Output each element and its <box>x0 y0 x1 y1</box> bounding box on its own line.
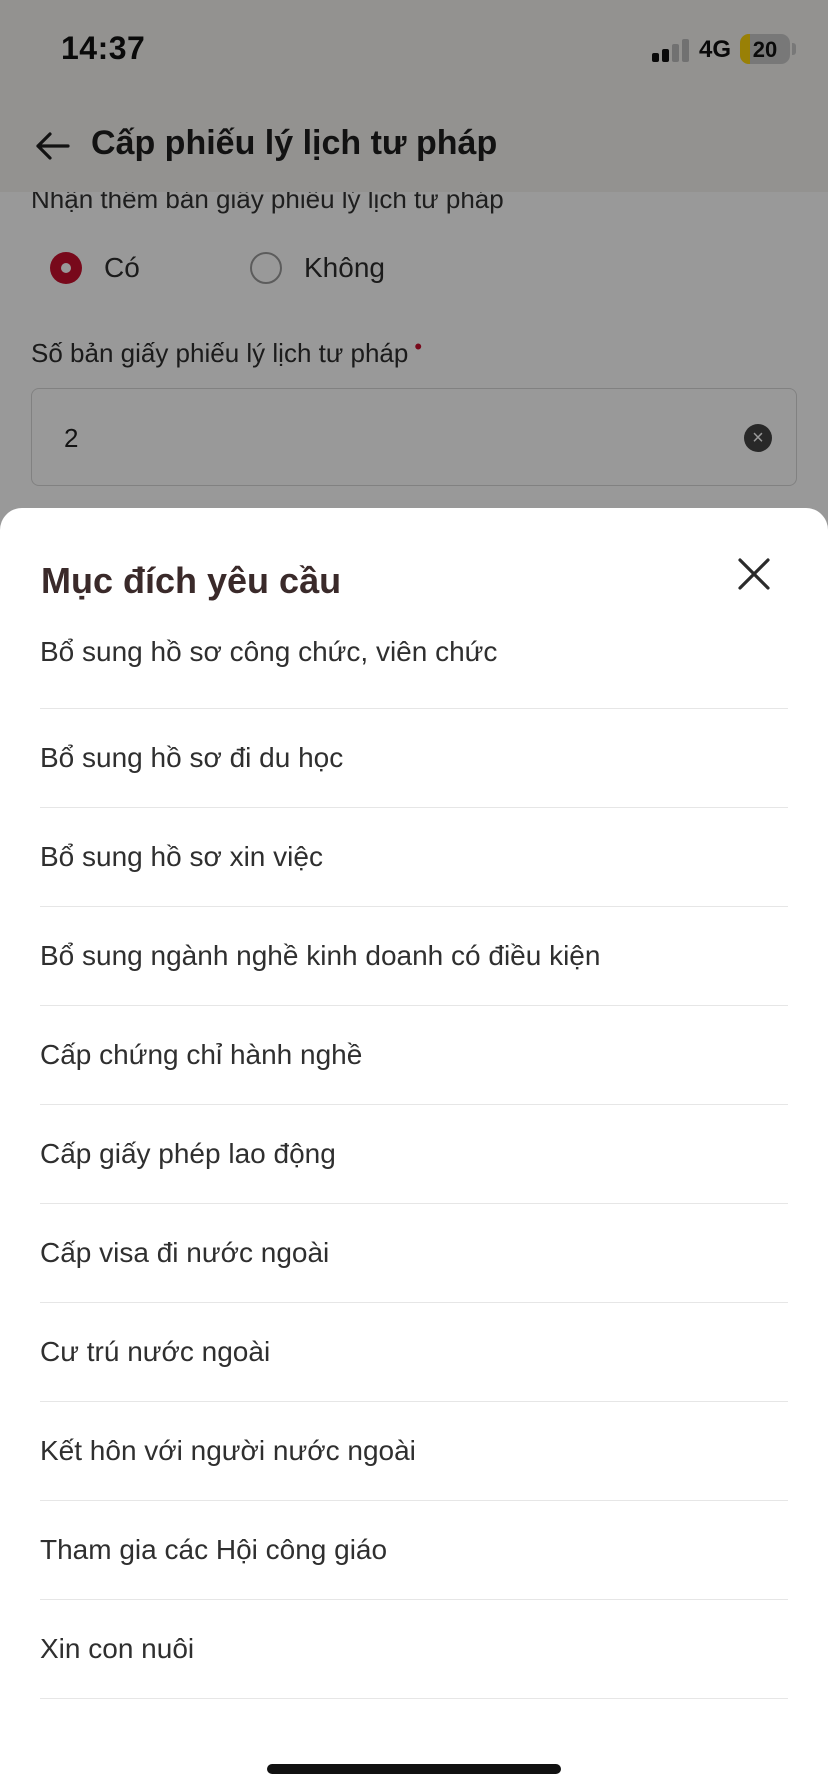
close-icon[interactable] <box>730 550 778 598</box>
list-item-label: Tham gia các Hội công giáo <box>40 1534 388 1565</box>
list-item[interactable]: Cư trú nước ngoài <box>40 1303 788 1402</box>
purpose-list: Bổ sung hồ sơ công chức, viên chức Bổ sun… <box>40 614 788 1699</box>
home-indicator <box>267 1764 561 1774</box>
list-item[interactable]: Cấp chứng chỉ hành nghề <box>40 1006 788 1105</box>
list-item-label: Kết hôn với người nước ngoài <box>40 1435 416 1466</box>
list-item[interactable]: Cấp giấy phép lao động <box>40 1105 788 1204</box>
purpose-bottom-sheet: Mục đích yêu cầu Bổ sung hồ sơ công chức… <box>0 508 828 1792</box>
list-item-label: Cấp chứng chỉ hành nghề <box>40 1039 363 1070</box>
list-item[interactable]: Cấp visa đi nước ngoài <box>40 1204 788 1303</box>
list-item-label: Bổ sung hồ sơ đi du học <box>40 742 344 773</box>
list-item-label: Bổ sung hồ sơ xin việc <box>40 841 323 872</box>
list-item[interactable]: Kết hôn với người nước ngoài <box>40 1402 788 1501</box>
list-item-label: Bổ sung hồ sơ công chức, viên chức <box>40 636 498 667</box>
list-item-label: Cấp giấy phép lao động <box>40 1138 336 1169</box>
list-item[interactable]: Bổ sung hồ sơ xin việc <box>40 808 788 907</box>
sheet-title: Mục đích yêu cầu <box>41 560 342 601</box>
list-item-label: Bổ sung ngành nghề kinh doanh có điều ki… <box>40 940 601 971</box>
list-item[interactable]: Tham gia các Hội công giáo <box>40 1501 788 1600</box>
list-item[interactable]: Bổ sung ngành nghề kinh doanh có điều ki… <box>40 907 788 1006</box>
list-item-label: Cư trú nước ngoài <box>40 1336 271 1367</box>
list-item[interactable]: Bổ sung hồ sơ đi du học <box>40 709 788 808</box>
list-item-label: Cấp visa đi nước ngoài <box>40 1237 330 1268</box>
list-item-label: Xin con nuôi <box>40 1633 195 1664</box>
list-item[interactable]: Xin con nuôi <box>40 1600 788 1699</box>
list-item[interactable]: Bổ sung hồ sơ công chức, viên chức <box>40 614 788 709</box>
